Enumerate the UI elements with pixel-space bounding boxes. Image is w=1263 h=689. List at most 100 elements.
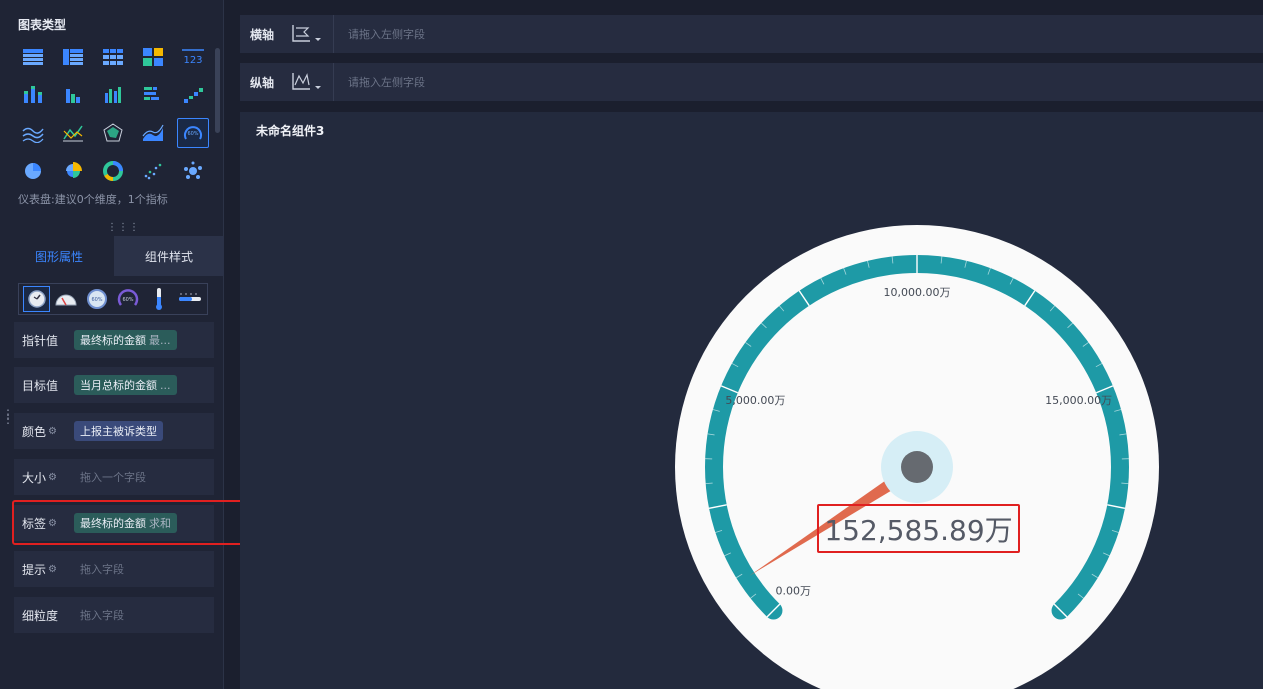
- x-axis-drop-zone[interactable]: 横轴 请拖入左侧字段: [240, 15, 1263, 53]
- gear-icon[interactable]: ⚙: [48, 472, 57, 483]
- combo-line-icon: [63, 125, 83, 142]
- gauge-icon: 60%: [184, 126, 202, 140]
- field-label-text: 颜色: [22, 424, 47, 439]
- field-well-1[interactable]: 目标值 当月总标的金额...: [14, 367, 214, 403]
- field-label: 提示 ⚙: [14, 561, 74, 578]
- bar-chart-icon: [105, 87, 121, 103]
- field-well-0[interactable]: 指针值 最终标的金额 最...: [14, 322, 214, 358]
- gauge-tick: [1121, 482, 1129, 485]
- field-pill-name: 当月总标的金额: [80, 379, 157, 392]
- ring-gauge-icon[interactable]: 60%: [81, 285, 112, 313]
- field-label-text: 细粒度: [22, 608, 59, 623]
- x-axis-label: 横轴: [250, 27, 275, 42]
- chart-type-grid-table-icon[interactable]: [97, 42, 129, 72]
- x-axis-sort-icon[interactable]: [286, 15, 334, 53]
- table-icon: [23, 49, 43, 65]
- pie-chart-icon: [25, 163, 41, 179]
- scrollbar-thumb[interactable]: [215, 48, 220, 133]
- chart-type-bar-chart-icon[interactable]: [97, 80, 129, 110]
- gauge-chart: 0.00万 5,000.00万 10,000.00万 15,000.00万: [675, 225, 1159, 689]
- gauge-tick-label: 0.00万: [776, 585, 812, 598]
- gear-icon[interactable]: ⚙: [48, 426, 57, 437]
- semicircle-gauge-icon[interactable]: [50, 285, 81, 313]
- gauge-style-selector: 60% 60%: [18, 283, 208, 315]
- donut-chart-icon: [103, 161, 123, 181]
- field-label-text: 目标值: [22, 378, 59, 393]
- chart-type-cross-table-icon[interactable]: [57, 42, 89, 72]
- gear-icon[interactable]: ⚙: [48, 564, 57, 575]
- chart-type-gauge-icon[interactable]: 60%: [177, 118, 209, 148]
- chart-type-line-chart-icon[interactable]: [17, 118, 49, 148]
- y-axis-sort-icon[interactable]: [286, 63, 334, 101]
- heat-table-icon: [143, 48, 163, 66]
- field-pill[interactable]: 最终标的金额 最...: [74, 330, 177, 350]
- grouped-bar-icon: [66, 89, 80, 103]
- svg-text:60%: 60%: [91, 297, 102, 303]
- thermometer-icon[interactable]: [143, 285, 174, 313]
- field-pill-name: 最终标的金额: [80, 334, 146, 347]
- chart-types-title: 图表类型: [18, 18, 67, 32]
- field-well-2[interactable]: 颜色 ⚙ 上报主被诉类型: [14, 413, 214, 449]
- tab-graphic-properties[interactable]: 图形属性: [4, 236, 114, 276]
- chart-type-rose-pie-icon[interactable]: [57, 156, 89, 186]
- chart-type-table-icon[interactable]: [17, 42, 49, 72]
- field-well-5[interactable]: 提示 ⚙ 拖入字段: [14, 551, 214, 587]
- chart-type-grouped-bar-icon[interactable]: [57, 80, 89, 110]
- field-pill[interactable]: 上报主被诉类型: [74, 421, 163, 441]
- field-placeholder: 拖入字段: [80, 563, 124, 576]
- gauge-hub: [901, 451, 933, 483]
- cross-table-icon: [63, 49, 83, 65]
- chart-type-horizontal-bar-icon[interactable]: [137, 80, 169, 110]
- field-well-6[interactable]: 细粒度 拖入字段: [14, 597, 214, 633]
- stacked-bar-icon: [24, 86, 42, 103]
- left-panel: 图表类型 123 60% 仪表盘:建议0个维度，1个指标 ⋮⋮⋮ 图形属性 组件样…: [0, 0, 224, 689]
- field-well-3[interactable]: 大小 ⚙ 拖入一个字段: [14, 459, 214, 495]
- chart-type-step-bar-icon[interactable]: [177, 80, 209, 110]
- x-axis-placeholder: 请拖入左侧字段: [348, 28, 425, 41]
- y-axis-drop-zone[interactable]: 纵轴 请拖入左侧字段: [240, 63, 1263, 101]
- y-axis-placeholder: 请拖入左侧字段: [348, 76, 425, 89]
- slider-gauge-icon[interactable]: [174, 285, 205, 313]
- chart-type-heat-table-icon[interactable]: [137, 42, 169, 72]
- property-tabs: 图形属性 组件样式: [4, 236, 224, 276]
- radar-icon: [103, 123, 123, 142]
- step-bar-icon: [184, 88, 203, 103]
- field-pill[interactable]: 当月总标的金额...: [74, 375, 177, 395]
- drag-handle-icon[interactable]: ⋮⋮⋮: [107, 222, 140, 233]
- chart-type-pie-chart-icon[interactable]: [17, 156, 49, 186]
- svg-text:60%: 60%: [122, 297, 133, 303]
- field-label-text: 大小: [22, 470, 47, 485]
- field-label: 颜色 ⚙: [14, 423, 74, 440]
- field-label: 细粒度: [14, 607, 74, 624]
- field-pill-aggregation: ...: [160, 378, 171, 392]
- chart-type-stacked-bar-icon[interactable]: [17, 80, 49, 110]
- chart-type-donut-chart-icon[interactable]: [97, 156, 129, 186]
- horizontal-bar-icon: [144, 87, 159, 100]
- chart-type-combo-line-icon[interactable]: [57, 118, 89, 148]
- field-label-text: 提示: [22, 562, 47, 577]
- panel-resize-handle[interactable]: ⋮ ⋮: [2, 408, 14, 425]
- rose-pie-icon: [66, 162, 82, 178]
- chart-type-bubble-icon[interactable]: [177, 156, 209, 186]
- y-axis-label: 纵轴: [250, 75, 275, 90]
- gauge-value-label: 152,585.89万: [824, 513, 1013, 547]
- chart-canvas: 未命名组件3 0.00万 5,000.00万 10,000.00万 15,000.00…: [240, 112, 1263, 689]
- gauge-tick-label: 15,000.00万: [1045, 394, 1112, 407]
- tab-component-style[interactable]: 组件样式: [114, 236, 224, 276]
- arc-gauge-icon[interactable]: 60%: [112, 285, 143, 313]
- chart-type-area-chart-icon[interactable]: [137, 118, 169, 148]
- field-pill-aggregation: 最...: [149, 334, 171, 347]
- gauge-tick: [705, 482, 713, 485]
- field-label: 指针值: [14, 332, 74, 349]
- label-field-highlight: [12, 500, 271, 545]
- field-label: 大小 ⚙: [14, 469, 74, 486]
- field-label-text: 指针值: [22, 333, 59, 348]
- chart-type-radar-icon[interactable]: [97, 118, 129, 148]
- clock-gauge-icon[interactable]: [23, 286, 50, 312]
- chart-type-scatter-icon[interactable]: [137, 156, 169, 186]
- chart-type-kpi-number-icon[interactable]: 123: [177, 42, 209, 72]
- line-chart-icon: [22, 127, 44, 143]
- field-placeholder: 拖入一个字段: [80, 471, 146, 484]
- scatter-icon: [144, 163, 162, 180]
- field-label: 目标值: [14, 377, 74, 394]
